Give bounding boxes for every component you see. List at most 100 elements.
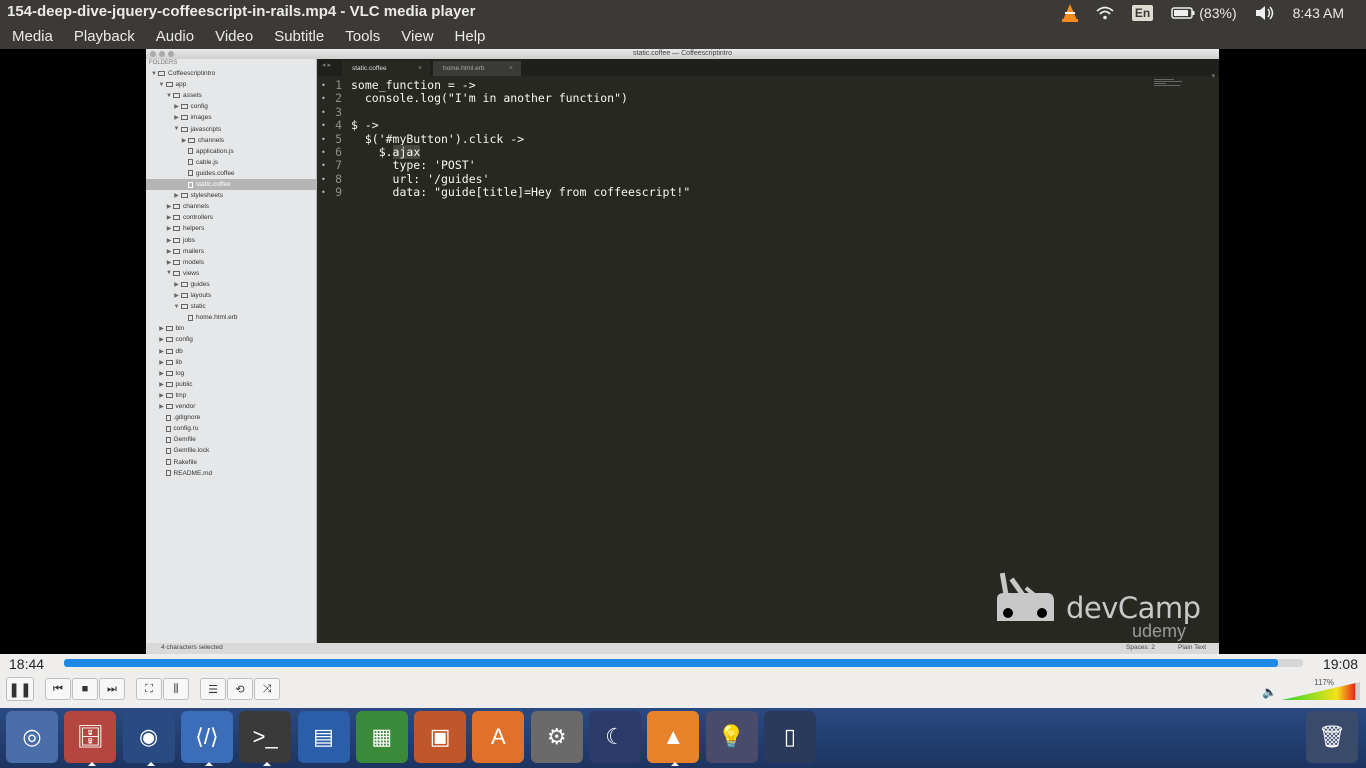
tree-item[interactable]: static.coffee xyxy=(146,179,316,190)
tree-item[interactable]: ▼ app xyxy=(146,79,316,90)
tree-item[interactable]: ▶ channels xyxy=(146,135,316,146)
keyboard-layout-indicator[interactable]: En xyxy=(1123,0,1162,25)
menu-view[interactable]: View xyxy=(389,25,442,49)
collapsed-arrow-icon: ▶ xyxy=(166,259,172,266)
battery-indicator[interactable]: (83%) xyxy=(1162,0,1245,25)
tree-item[interactable]: ▶ vendor xyxy=(146,401,316,412)
tree-item[interactable]: application.js xyxy=(146,146,316,157)
seek-slider[interactable] xyxy=(64,659,1303,667)
tree-item[interactable]: ▼ views xyxy=(146,268,316,279)
extended-settings-button[interactable]: ⫼ xyxy=(163,678,189,700)
vlc-launcher-button[interactable]: ▲ xyxy=(647,711,700,766)
playlist-button[interactable]: ☰ xyxy=(200,678,226,700)
menu-subtitle[interactable]: Subtitle xyxy=(262,25,333,49)
volume-slider[interactable]: 🔈 117% xyxy=(1262,678,1362,702)
tree-item[interactable]: ▶ layouts xyxy=(146,290,316,301)
tree-item[interactable]: ▶ jobs xyxy=(146,235,316,246)
tree-item[interactable]: ▶ helpers xyxy=(146,223,316,234)
video-area[interactable]: static.coffee — Coffeescriptintro FOLDER… xyxy=(0,49,1366,654)
next-button[interactable]: ⏭ xyxy=(99,678,125,700)
calc-launcher-button[interactable]: ▦ xyxy=(355,711,408,763)
tree-item[interactable]: ▶ config xyxy=(146,101,316,112)
clock[interactable]: 8:43 AM xyxy=(1284,0,1366,25)
fullscreen-button[interactable]: ⛶ xyxy=(136,678,162,700)
tree-item[interactable]: ▶ db xyxy=(146,346,316,357)
chrome-launcher-button[interactable]: ◉ xyxy=(122,711,175,766)
tree-item[interactable]: cable.js xyxy=(146,157,316,168)
code-line[interactable]: • 2 console.log("I'm in another function"… xyxy=(318,92,1118,105)
files-launcher-button[interactable]: 🗄 xyxy=(64,711,117,766)
tree-item[interactable]: ▶ guides xyxy=(146,279,316,290)
phone-launcher-button[interactable]: ▯ xyxy=(763,711,816,763)
tree-item[interactable]: ▶ bin xyxy=(146,323,316,334)
impress-launcher-button[interactable]: ▣ xyxy=(414,711,467,763)
tree-item[interactable]: config.ru xyxy=(146,423,316,434)
menu-audio[interactable]: Audio xyxy=(144,25,203,49)
tree-item[interactable]: ▶ log xyxy=(146,368,316,379)
tree-item[interactable]: ▼ Coffeescriptintro xyxy=(146,68,316,79)
tree-item[interactable]: ▶ mailers xyxy=(146,246,316,257)
pause-button[interactable]: ❚❚ xyxy=(6,677,34,701)
idea-launcher-button[interactable]: 💡 xyxy=(705,711,758,763)
collapsed-arrow-icon: ▶ xyxy=(159,370,164,377)
menu-video[interactable]: Video xyxy=(203,25,262,49)
system-settings-launcher-button[interactable]: ⚙ xyxy=(530,711,583,763)
tree-item[interactable]: ▶ lib xyxy=(146,357,316,368)
tree-item[interactable]: home.html.erb xyxy=(146,312,316,323)
tree-item[interactable]: Gemfile.lock xyxy=(146,445,316,456)
tree-item-label: images xyxy=(190,114,212,122)
loop-button[interactable]: ⟲ xyxy=(227,678,253,700)
tree-item[interactable]: ▶ config xyxy=(146,334,316,345)
code-line[interactable]: • 7 type: 'POST' xyxy=(318,159,1118,172)
ubuntu-dash-launcher-button[interactable]: ◎ xyxy=(6,711,58,763)
tree-item[interactable]: ▶ tmp xyxy=(146,390,316,401)
trash-launcher-button[interactable]: 🗑 xyxy=(1306,711,1358,763)
eclipse-launcher-button[interactable]: ☾ xyxy=(589,711,641,763)
tree-item[interactable]: Gemfile xyxy=(146,434,316,445)
code-line[interactable]: • 1 some_function = -> xyxy=(318,79,1118,92)
tree-item-label: home.html.erb xyxy=(196,314,238,322)
code-line[interactable]: • 3 xyxy=(318,105,1118,119)
stop-icon: ■ xyxy=(81,683,89,695)
tree-item[interactable]: Rakefile xyxy=(146,457,316,468)
tree-item-label: config xyxy=(175,336,193,344)
vscode-launcher-button[interactable]: ⟨/⟩ xyxy=(180,711,233,766)
volume-indicator-icon[interactable] xyxy=(1246,0,1284,25)
terminal-launcher-button[interactable]: >_ xyxy=(239,711,292,766)
code-line[interactable]: • 6 $.ajax xyxy=(318,145,1118,159)
tree-item[interactable]: ▶ public xyxy=(146,379,316,390)
code-line[interactable]: • 9 data: "guide[title]=Hey from coffeesc… xyxy=(318,186,1118,199)
tree-item[interactable]: .gitignore xyxy=(146,412,316,423)
code-line[interactable]: • 4 $ -> xyxy=(318,119,1118,132)
tree-item[interactable]: ▼ assets xyxy=(146,90,316,101)
file-icon xyxy=(165,436,171,443)
tree-item[interactable]: ▶ stylesheets xyxy=(146,190,316,201)
previous-button[interactable]: ⏮ xyxy=(45,678,71,700)
menu-tools[interactable]: Tools xyxy=(333,25,389,49)
writer-launcher-button[interactable]: ▤ xyxy=(297,711,350,763)
speaker-icon[interactable]: 🔈 xyxy=(1262,685,1277,699)
tree-item[interactable]: guides.coffee xyxy=(146,168,316,179)
ubuntu-dash-icon: ◎ xyxy=(22,724,42,749)
software-center-launcher-button[interactable]: A xyxy=(472,711,525,763)
vlc-indicator-icon[interactable] xyxy=(1053,0,1087,25)
code-line[interactable]: • 8 url: '/guides' xyxy=(318,172,1118,186)
menu-help[interactable]: Help xyxy=(443,25,495,49)
tree-item[interactable]: ▶ models xyxy=(146,257,316,268)
tree-item[interactable]: README.md xyxy=(146,468,316,479)
tree-item[interactable]: ▶ controllers xyxy=(146,212,316,223)
line-number: 7 xyxy=(335,158,342,173)
tree-item[interactable]: ▼ static xyxy=(146,301,316,312)
trash-icon: 🗑 xyxy=(1318,724,1346,749)
shuffle-button[interactable]: ⤨ xyxy=(254,678,280,700)
tree-item[interactable]: ▼ javascripts xyxy=(146,124,316,135)
menu-playback[interactable]: Playback xyxy=(62,25,144,49)
tree-item-label: models xyxy=(183,258,204,266)
stop-button[interactable]: ■ xyxy=(72,678,98,700)
code-line[interactable]: • 5 $('#myButton').click -> xyxy=(318,132,1118,146)
file-icon xyxy=(188,314,193,321)
tree-item[interactable]: ▶ channels xyxy=(146,201,316,212)
wifi-icon[interactable] xyxy=(1087,0,1123,25)
menu-media[interactable]: Media xyxy=(0,25,62,49)
tree-item[interactable]: ▶ images xyxy=(146,112,316,123)
